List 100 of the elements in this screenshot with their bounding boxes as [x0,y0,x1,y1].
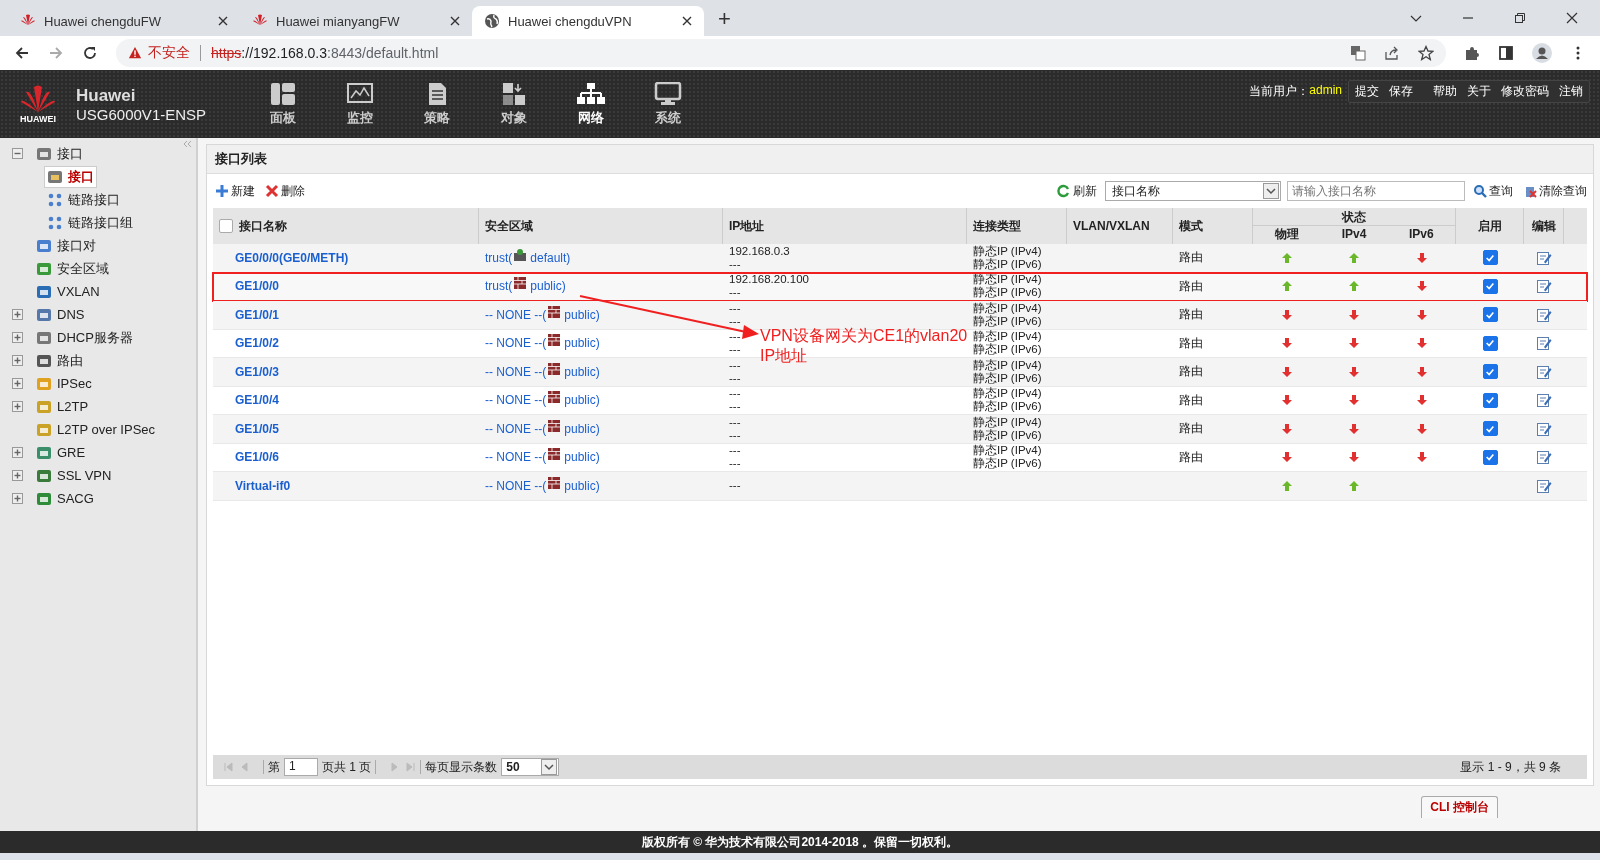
sidebar-item[interactable]: 链路接口组 [44,211,136,234]
close-icon[interactable] [1566,12,1578,24]
reload-icon[interactable] [82,45,98,61]
expander-icon[interactable] [12,470,23,481]
enable-checkbox[interactable] [1482,449,1498,465]
interface-link[interactable]: GE1/0/0 [235,279,280,294]
expander-icon[interactable] [12,378,23,389]
search-button[interactable]: 查询 [1471,180,1515,202]
sidebar-item[interactable]: DNS [33,304,88,325]
sidebar-item[interactable]: IPSec [33,373,95,394]
nav-tab[interactable]: 对象 [475,70,552,138]
edit-icon[interactable] [1536,335,1552,352]
zone-text[interactable]: -- NONE --( [485,450,547,465]
interface-link[interactable]: GE1/0/4 [235,393,280,408]
side-panel-icon[interactable] [1498,45,1514,61]
interface-link[interactable]: GE1/0/3 [235,364,280,379]
zone-text[interactable]: -- NONE --( [485,393,547,408]
nav-tab[interactable]: 面板 [244,70,321,138]
nav-tab[interactable]: 网络 [552,70,629,138]
interface-link[interactable]: GE1/0/2 [235,336,280,351]
select-all-checkbox[interactable] [219,219,233,233]
sidebar-item[interactable]: 接口 [44,165,97,188]
sidebar-item[interactable]: 链路接口 [44,188,123,211]
expander-icon[interactable] [12,447,23,458]
interface-link[interactable]: Virtual-if0 [235,478,291,493]
search-field-dropdown[interactable]: 接口名称 [1105,181,1281,201]
vrf-text[interactable]: default) [530,250,571,265]
new-tab-button[interactable]: + [704,6,745,36]
expander-icon[interactable] [12,332,23,343]
expander-icon[interactable] [12,355,23,366]
sidebar-item[interactable]: L2TP over IPSec [33,419,159,440]
nav-tab[interactable]: 策略 [398,70,475,138]
vrf-text[interactable]: public) [564,307,600,322]
close-icon[interactable] [218,16,228,26]
per-page-dropdown[interactable]: 50 [501,758,560,776]
edit-icon[interactable] [1536,392,1552,409]
zone-text[interactable]: trust( [485,279,513,294]
header-link[interactable]: 修改密码 [1501,83,1549,100]
edit-icon[interactable] [1536,449,1552,466]
nav-tab[interactable]: 监控 [321,70,398,138]
restore-icon[interactable] [1514,12,1526,24]
header-link[interactable]: 注销 [1559,83,1583,100]
enable-checkbox[interactable] [1482,421,1498,437]
enable-checkbox[interactable] [1482,364,1498,380]
expander-icon[interactable] [12,401,23,412]
sidebar-item[interactable]: 路由 [33,349,86,372]
sidebar-item[interactable]: 安全区域 [33,257,112,280]
vrf-text[interactable]: public) [564,393,600,408]
interface-link[interactable]: GE1/0/6 [235,450,280,465]
column-header[interactable]: 编辑 [1531,217,1556,235]
enable-checkbox[interactable] [1482,250,1498,266]
column-header[interactable]: 安全区域 [485,217,533,235]
browser-tab[interactable]: Huawei chengduVPN [472,6,704,36]
column-header[interactable]: IP地址 [729,217,765,235]
vrf-text[interactable]: public) [564,450,600,465]
zone-text[interactable]: -- NONE --( [485,336,547,351]
edit-icon[interactable] [1536,306,1552,323]
clear-search-button[interactable]: 清除查询 [1521,180,1589,202]
sidebar-item[interactable]: 接口对 [33,234,99,257]
edit-icon[interactable] [1536,363,1552,380]
zone-text[interactable]: -- NONE --( [485,364,547,379]
column-header[interactable]: 启用 [1477,217,1502,235]
header-link[interactable]: 帮助 [1433,83,1457,100]
header-link[interactable]: 保存 [1389,83,1413,100]
star-icon[interactable] [1418,45,1434,61]
search-input[interactable]: 请输入接口名称 [1287,181,1465,201]
column-header[interactable]: 接口名称 [239,217,287,235]
browser-tab[interactable]: Huawei mianyangFW [240,6,472,36]
expander-icon[interactable] [12,148,23,159]
interface-link[interactable]: GE0/0/0(GE0/METH) [235,250,349,265]
header-link[interactable]: 提交 [1355,83,1379,100]
zone-text[interactable]: -- NONE --( [485,421,547,436]
browser-tab[interactable]: Huawei chengduFW [8,6,240,36]
edit-icon[interactable] [1536,477,1552,494]
enable-checkbox[interactable] [1482,392,1498,408]
enable-checkbox[interactable] [1482,278,1498,294]
interface-link[interactable]: GE1/0/5 [235,421,280,436]
column-header[interactable]: 模式 [1179,217,1203,235]
enable-checkbox[interactable] [1482,307,1498,323]
refresh-button[interactable]: 刷新 [1055,180,1099,202]
page-input[interactable]: 1 [284,758,318,776]
column-header[interactable]: 连接类型 [973,217,1021,235]
zone-text[interactable]: trust( [485,250,513,265]
puzzle-icon[interactable] [1464,45,1480,61]
back-icon[interactable] [14,45,30,61]
edit-icon[interactable] [1536,420,1552,437]
edit-icon[interactable] [1536,278,1552,295]
expander-icon[interactable] [12,309,23,320]
sidebar-item[interactable]: SACG [33,488,97,509]
edit-icon[interactable] [1536,249,1552,266]
enable-checkbox[interactable] [1482,335,1498,351]
address-field[interactable]: 不安全 https://192.168.0.3:8443/default.html [116,39,1446,67]
zone-text[interactable]: -- NONE --( [485,307,547,322]
profile-avatar-icon[interactable] [1532,43,1552,63]
vrf-text[interactable]: public) [564,336,600,351]
expander-icon[interactable] [12,493,23,504]
close-icon[interactable] [682,16,692,26]
sidebar-item[interactable]: VXLAN [33,281,103,302]
close-icon[interactable] [450,16,460,26]
translate-icon[interactable] [1350,45,1366,61]
